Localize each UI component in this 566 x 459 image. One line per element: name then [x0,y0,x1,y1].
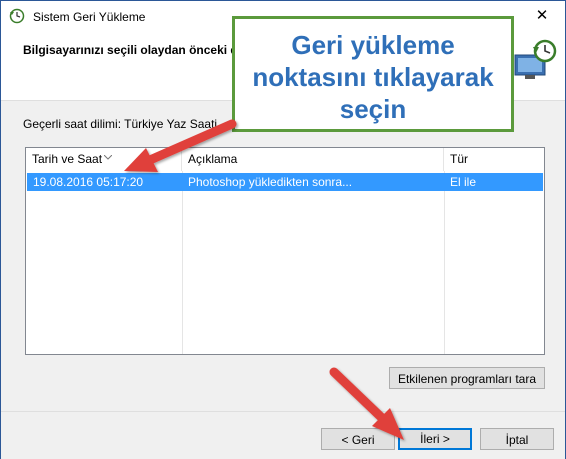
column-header-type[interactable]: Tür [444,148,544,171]
scan-affected-programs-button[interactable]: Etkilenen programları tara [389,367,545,389]
close-icon: ✕ [535,7,549,24]
callout-line-1: Geri yükleme [291,30,455,60]
row-description: Photoshop yükledikten sonra... [188,175,353,189]
header-instruction: Bilgisayarınızı seçili olaydan önceki du [23,43,246,57]
timezone-label: Geçerli saat dilimi: Türkiye Yaz Saati [23,117,218,131]
close-button[interactable]: ✕ [519,1,565,31]
restore-monitor-icon [511,37,559,85]
window-title: Sistem Geri Yükleme [33,10,146,24]
next-button[interactable]: İleri > [398,428,472,450]
column-header-description[interactable]: Açıklama [182,148,444,171]
table-row[interactable]: 19.08.2016 05:17:20 Photoshop yükledikte… [27,173,543,191]
cancel-button[interactable]: İptal [480,428,554,450]
restore-points-list[interactable]: Tarih ve Saat Açıklama Tür 19.08.2016 05… [25,147,545,355]
column-header-date[interactable]: Tarih ve Saat [26,148,182,171]
back-button[interactable]: < Geri [321,428,395,450]
row-type: El ile [450,175,477,189]
row-date: 19.08.2016 05:17:20 [33,175,144,189]
system-restore-icon [9,8,25,24]
callout-line-2: noktasını tıklayarak [252,62,494,92]
sort-arrow-icon [103,146,113,169]
column-divider [444,171,445,354]
callout-line-3: seçin [339,94,407,124]
instruction-callout: Geri yükleme noktasını tıklayarak seçin [232,16,514,132]
column-divider [182,171,183,354]
